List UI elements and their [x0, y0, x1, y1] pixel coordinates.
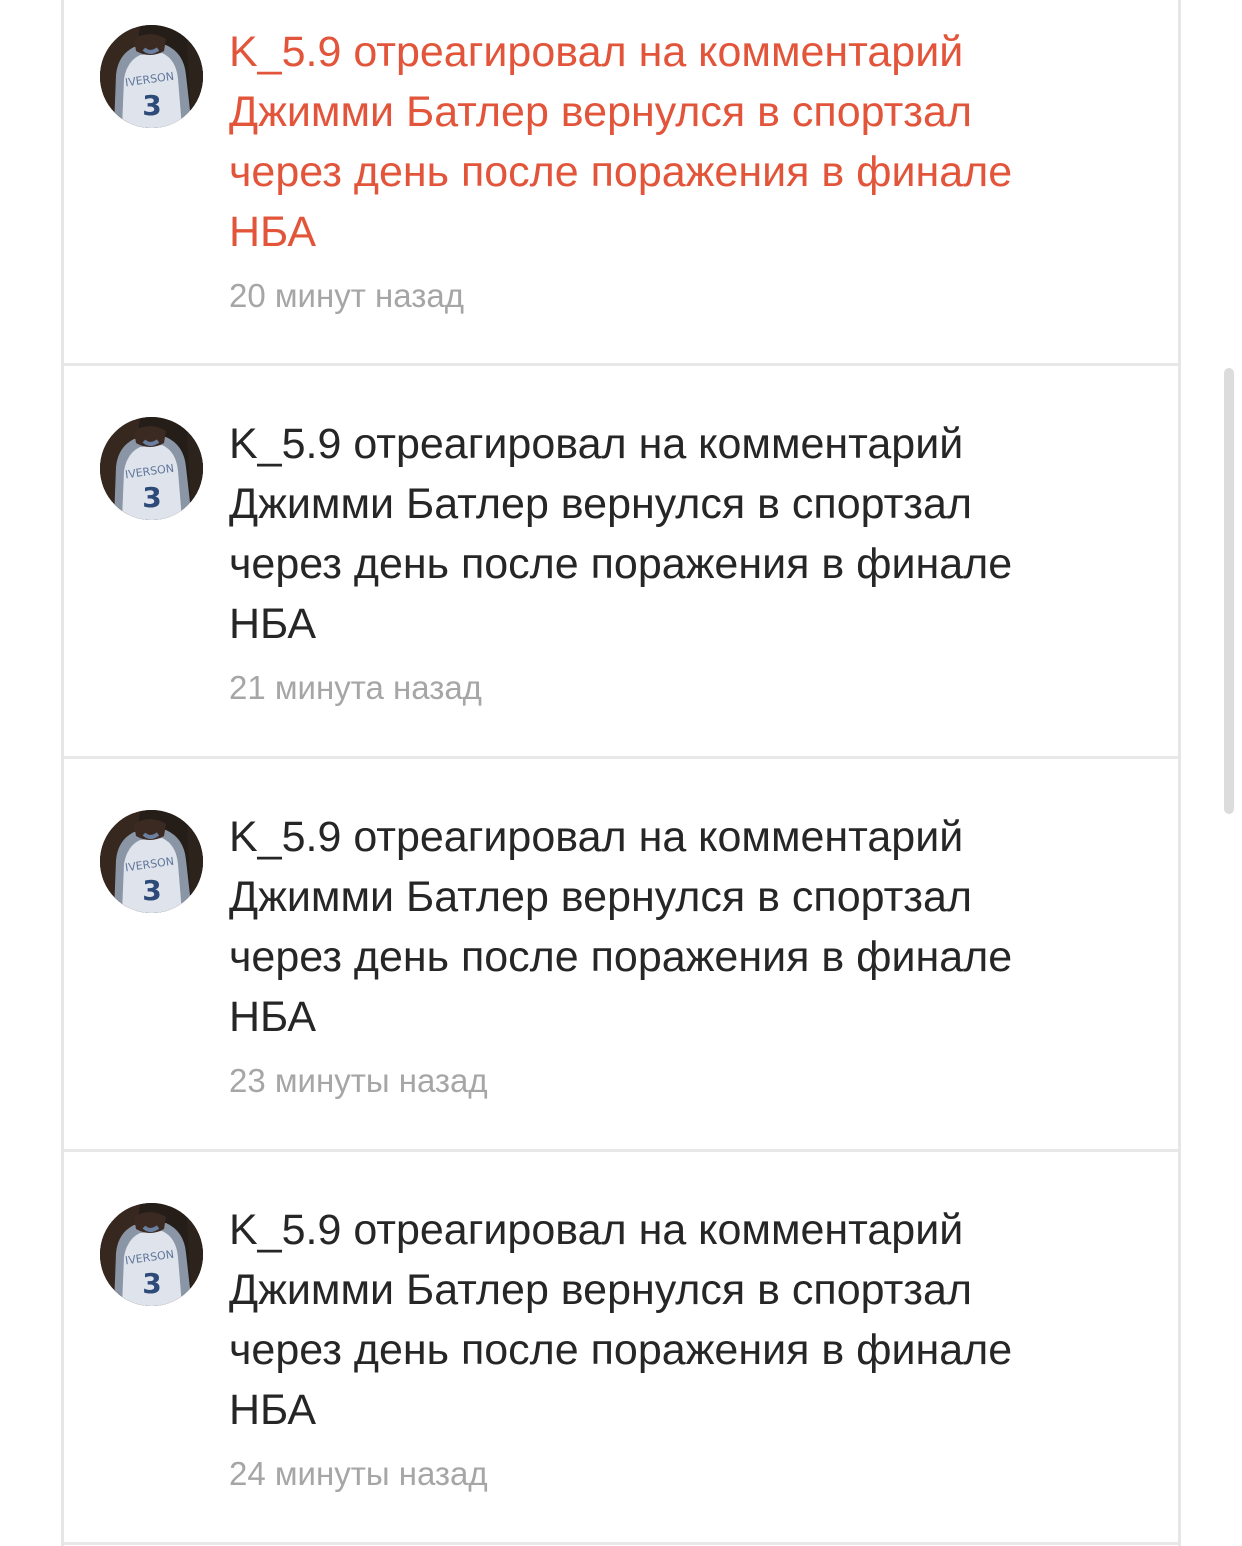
notification-timestamp: 21 минута назад: [229, 669, 482, 706]
notification-article-title: НБА: [229, 993, 317, 1041]
user-avatar[interactable]: IVERSON 3: [100, 810, 203, 913]
notification-content: K_5.9 отреагировал на комментарий Джимми…: [229, 22, 1129, 316]
notification-message: K_5.9 отреагировал на комментарий Джимми…: [229, 1200, 1129, 1440]
notification-message: K_5.9 отреагировал на комментарий Джимми…: [229, 807, 1129, 1047]
notification-action: K_5.9 отреагировал на комментарий: [229, 813, 964, 861]
scrollbar[interactable]: [1224, 368, 1234, 814]
notification-article-title: Джимми Батлер вернулся в спортзал: [229, 1266, 972, 1314]
notification-timestamp: 20 минут назад: [229, 277, 464, 314]
notification-action: K_5.9 отреагировал на комментарий: [229, 420, 964, 468]
notification-message: K_5.9 отреагировал на комментарий Джимми…: [229, 22, 1129, 262]
notification-article-title: НБА: [229, 1386, 317, 1434]
jersey-number: 3: [142, 89, 161, 122]
notification-action: K_5.9 отреагировал на комментарий: [229, 28, 964, 76]
notification-article-title: НБА: [229, 600, 317, 648]
notification-item[interactable]: IVERSON 3 K_5.9 отреагировал на коммента…: [64, 0, 1178, 366]
notification-timestamp: 23 минуты назад: [229, 1062, 488, 1099]
user-avatar[interactable]: IVERSON 3: [100, 1203, 203, 1306]
notification-timestamp: 24 минуты назад: [229, 1455, 488, 1492]
user-avatar[interactable]: IVERSON 3: [100, 25, 203, 128]
notification-article-title: Джимми Батлер вернулся в спортзал: [229, 480, 972, 528]
jersey-number: 3: [142, 481, 161, 514]
notification-content: K_5.9 отреагировал на комментарий Джимми…: [229, 807, 1129, 1101]
avatar-jersey-icon: IVERSON 3: [100, 25, 203, 128]
notification-article-title: через день после поражения в финале: [229, 540, 1013, 588]
avatar-jersey-icon: IVERSON 3: [100, 417, 203, 520]
notification-content: K_5.9 отреагировал на комментарий Джимми…: [229, 414, 1129, 708]
notification-item[interactable]: IVERSON 3 K_5.9 отреагировал на коммента…: [64, 366, 1178, 759]
notification-list: IVERSON 3 K_5.9 отреагировал на коммента…: [61, 0, 1181, 1546]
jersey-number: 3: [142, 874, 161, 907]
notification-item[interactable]: IVERSON 3 K_5.9 отреагировал на коммента…: [64, 759, 1178, 1152]
notification-content: K_5.9 отреагировал на комментарий Джимми…: [229, 1200, 1129, 1494]
notification-action: K_5.9 отреагировал на комментарий: [229, 1206, 964, 1254]
notification-article-title: Джимми Батлер вернулся в спортзал: [229, 88, 972, 136]
notification-article-title: Джимми Батлер вернулся в спортзал: [229, 873, 972, 921]
notification-article-title: через день после поражения в финале: [229, 933, 1013, 981]
notification-article-title: через день после поражения в финале: [229, 148, 1013, 196]
avatar-jersey-icon: IVERSON 3: [100, 810, 203, 913]
notification-article-title: через день после поражения в финале: [229, 1326, 1013, 1374]
avatar-jersey-icon: IVERSON 3: [100, 1203, 203, 1306]
user-avatar[interactable]: IVERSON 3: [100, 417, 203, 520]
jersey-number: 3: [142, 1267, 161, 1300]
notification-message: K_5.9 отреагировал на комментарий Джимми…: [229, 414, 1129, 654]
notifications-page: IVERSON 3 K_5.9 отреагировал на коммента…: [0, 0, 1242, 1546]
notification-item[interactable]: IVERSON 3 K_5.9 отреагировал на коммента…: [64, 1152, 1178, 1545]
notification-article-title: НБА: [229, 208, 317, 256]
